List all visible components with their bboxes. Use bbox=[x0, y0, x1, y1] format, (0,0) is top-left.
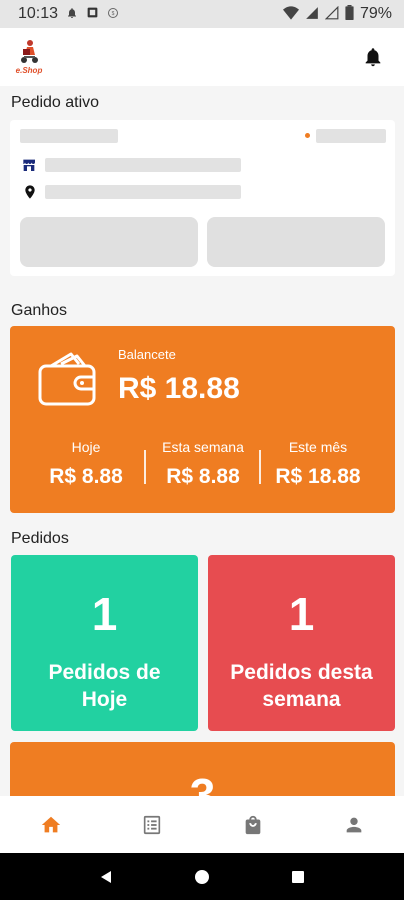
wallet-icon bbox=[38, 352, 96, 406]
stat-week-value: R$ 8.88 bbox=[166, 465, 240, 488]
skeleton-order-id bbox=[20, 129, 118, 143]
signal-icon-2 bbox=[324, 5, 339, 23]
skeleton-button-right[interactable] bbox=[207, 217, 385, 267]
nav-shop[interactable] bbox=[223, 805, 283, 845]
stat-divider bbox=[144, 450, 146, 484]
stat-today: Hoje R$ 8.88 bbox=[31, 439, 141, 489]
orders-list-icon bbox=[143, 815, 160, 834]
stat-today-value: R$ 8.88 bbox=[49, 465, 123, 488]
orders-week-label: Pedidos desta semana bbox=[208, 659, 395, 713]
orders-today-count: 1 bbox=[91, 588, 118, 640]
stat-month-value: R$ 18.88 bbox=[275, 465, 361, 488]
orders-today-label-line2: Hoje bbox=[81, 688, 128, 711]
balance-label: Balancete bbox=[118, 347, 176, 362]
app-header: e.Shop bbox=[0, 28, 404, 86]
status-dot bbox=[305, 133, 310, 138]
active-order-title: Pedido ativo bbox=[11, 94, 100, 111]
recents-icon[interactable] bbox=[290, 869, 306, 885]
stat-divider bbox=[259, 450, 261, 484]
logo-text: e.Shop bbox=[15, 66, 43, 75]
signal-icon bbox=[305, 6, 319, 23]
notifications-bell-icon[interactable] bbox=[362, 46, 384, 68]
svg-text:$: $ bbox=[112, 11, 115, 17]
orders-today-label-line1: Pedidos de bbox=[48, 661, 161, 684]
orders-week-count: 1 bbox=[288, 588, 315, 640]
sync-icon: $ bbox=[107, 7, 119, 22]
home-icon bbox=[41, 816, 60, 832]
app-logo[interactable]: e.Shop bbox=[12, 37, 46, 77]
status-left: 10:13 $ bbox=[18, 5, 119, 23]
nav-profile[interactable] bbox=[324, 805, 384, 845]
active-order-card[interactable] bbox=[10, 120, 395, 276]
orders-week-label-line2: semana bbox=[262, 688, 341, 711]
orders-week-label-line1: Pedidos desta bbox=[230, 661, 373, 684]
orders-week-tile[interactable]: 1 Pedidos desta semana bbox=[208, 555, 395, 731]
skeleton-address bbox=[45, 185, 241, 199]
location-pin-icon bbox=[25, 185, 35, 199]
system-nav-bar bbox=[0, 853, 404, 900]
orders-total-count: 3 bbox=[189, 769, 216, 796]
store-icon bbox=[23, 159, 35, 171]
logo-scooter-icon bbox=[21, 40, 38, 63]
orders-total-tile[interactable]: 3 bbox=[10, 742, 395, 796]
skeleton-store-name bbox=[45, 158, 241, 172]
nav-home[interactable] bbox=[21, 805, 81, 845]
profile-icon bbox=[346, 817, 361, 832]
notification-bell-icon bbox=[66, 7, 78, 22]
battery-icon bbox=[345, 5, 354, 23]
earnings-title: Ganhos bbox=[11, 302, 68, 319]
battery-percent: 79% bbox=[359, 5, 392, 22]
stat-today-label: Hoje bbox=[71, 439, 101, 455]
nav-orders-list[interactable] bbox=[122, 805, 182, 845]
balance-value: R$ 18.88 bbox=[118, 372, 240, 405]
orders-today-label: Pedidos de Hoje bbox=[11, 659, 198, 713]
status-time: 10:13 bbox=[18, 5, 59, 22]
stat-month: Este mês R$ 18.88 bbox=[263, 439, 373, 489]
back-icon[interactable] bbox=[98, 869, 114, 885]
status-bar: 10:13 $ 79% bbox=[0, 0, 404, 28]
stat-month-label: Este mês bbox=[288, 439, 348, 455]
bottom-nav bbox=[0, 796, 404, 853]
orders-today-tile[interactable]: 1 Pedidos de Hoje bbox=[11, 555, 198, 731]
earnings-card[interactable]: Balancete R$ 18.88 Hoje R$ 8.88 Esta sem… bbox=[10, 326, 395, 513]
home-circle-icon[interactable] bbox=[194, 869, 210, 885]
skeleton-order-status bbox=[316, 129, 386, 143]
shopping-bag-icon bbox=[245, 815, 260, 834]
stat-week-label: Esta semana bbox=[162, 439, 244, 455]
app-notification-icon bbox=[86, 6, 99, 22]
status-right: 79% bbox=[282, 5, 392, 23]
orders-title: Pedidos bbox=[11, 530, 69, 547]
skeleton-button-left[interactable] bbox=[20, 217, 198, 267]
wifi-icon bbox=[282, 5, 299, 23]
stat-week: Esta semana R$ 8.88 bbox=[148, 439, 258, 489]
